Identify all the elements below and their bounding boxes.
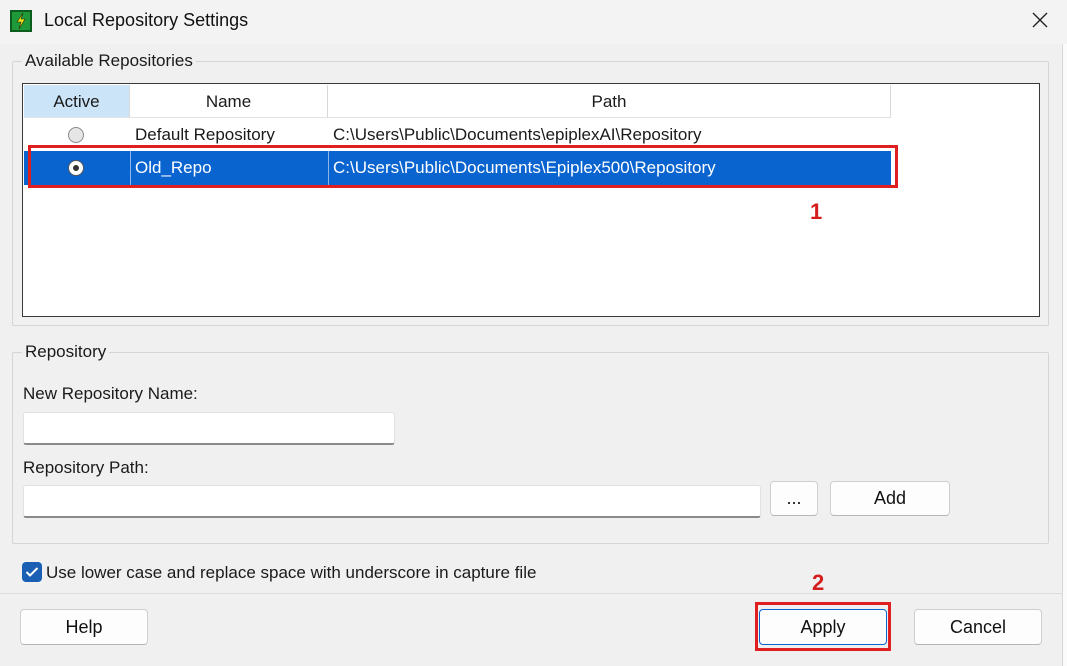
column-header-active[interactable]: Active	[24, 85, 130, 118]
title-bar: Local Repository Settings	[0, 0, 1067, 44]
lowercase-checkbox[interactable]	[22, 562, 42, 582]
app-logo-icon	[10, 10, 32, 32]
available-repositories-label: Available Repositories	[22, 51, 196, 71]
lowercase-checkbox-label[interactable]: Use lower case and replace space with un…	[46, 563, 536, 583]
add-button[interactable]: Add	[830, 481, 950, 516]
active-radio[interactable]	[68, 127, 84, 143]
annotation-number-1: 1	[810, 199, 823, 224]
browse-button[interactable]: ...	[770, 481, 818, 516]
repository-path-label: Repository Path:	[23, 458, 149, 477]
help-button[interactable]: Help	[20, 609, 148, 645]
new-repository-name-label: New Repository Name:	[23, 384, 198, 403]
column-header-path[interactable]: Path	[328, 85, 891, 118]
column-header-name[interactable]: Name	[130, 85, 328, 118]
cancel-button[interactable]: Cancel	[914, 609, 1042, 645]
annotation-box-2	[755, 602, 891, 651]
window-right-edge	[1062, 44, 1067, 666]
close-button[interactable]	[1018, 2, 1062, 38]
dialog-footer	[0, 593, 1062, 666]
close-icon	[1032, 12, 1048, 28]
repository-path-input[interactable]	[23, 485, 761, 518]
annotation-number-2: 2	[812, 570, 825, 595]
annotation-box-1	[28, 145, 898, 188]
new-repository-name-input[interactable]	[23, 412, 395, 445]
repository-list[interactable]: Active Name Path Default Repository C:\U…	[22, 83, 1040, 317]
check-icon	[25, 567, 39, 577]
local-repository-settings-dialog: Local Repository Settings Available Repo…	[0, 0, 1067, 666]
repository-group-label: Repository	[22, 342, 110, 362]
window-title: Local Repository Settings	[44, 10, 249, 30]
